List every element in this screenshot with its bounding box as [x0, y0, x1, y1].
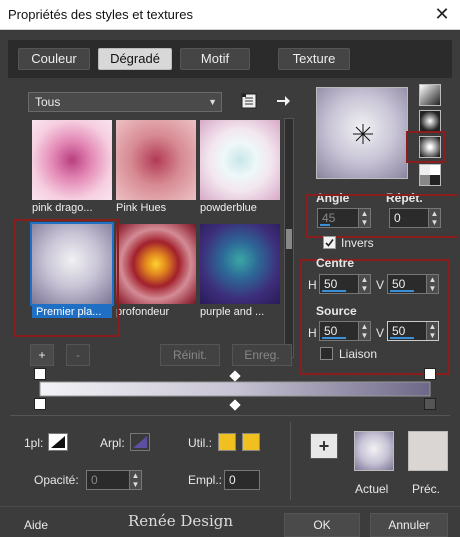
cancel-button[interactable]: Annuler [370, 513, 448, 537]
source-v-input[interactable]: 50 ▲ ▼ [387, 321, 439, 341]
selection-highlight [14, 219, 119, 337]
remove-preset-button[interactable]: - [66, 344, 90, 366]
tab-motif[interactable]: Motif [180, 48, 250, 70]
color-stop-left-icon[interactable] [34, 398, 46, 410]
pl-label: 1pl: [24, 436, 44, 450]
title-bar: Propriétés des styles et textures ✕ [0, 0, 460, 30]
source-h-label: H [308, 326, 317, 340]
center-v-stepper-icon[interactable]: ▲ ▼ [426, 275, 438, 293]
tab-degrade[interactable]: Dégradé [98, 48, 172, 70]
center-h-input[interactable]: 50 ▲ ▼ [319, 274, 371, 294]
util-color-2[interactable] [242, 433, 260, 451]
gradient-editor[interactable] [30, 368, 440, 411]
category-dropdown[interactable]: Tous ▼ [28, 92, 222, 112]
arrow-right-icon[interactable] [274, 92, 292, 110]
center-h-slider[interactable] [322, 290, 346, 292]
add-to-swatches-button[interactable]: + [310, 433, 338, 459]
source-v-stepper-icon[interactable]: ▲ ▼ [426, 322, 438, 340]
chevron-down-icon: ▼ [208, 97, 217, 107]
opacity-stop-left-icon[interactable] [34, 368, 46, 380]
category-value: Tous [35, 95, 61, 109]
center-h-label: H [308, 278, 317, 292]
empl-value: 0 [229, 473, 236, 487]
footer-divider [0, 506, 460, 507]
util-label: Util.: [188, 436, 212, 450]
preset-profondeur[interactable]: profondeur [116, 224, 196, 318]
preset-label: pink drago... [32, 202, 93, 214]
previous-swatch[interactable] [408, 431, 448, 471]
preset-thumbnail [32, 120, 112, 200]
dialog-body: Couleur Dégradé Motif Texture Tous ▼ pin… [0, 30, 460, 537]
empl-label: Empl.: [188, 473, 223, 487]
source-h-slider[interactable] [322, 337, 346, 339]
link-label: Liaison [339, 347, 378, 361]
preset-label: Pink Hues [116, 202, 167, 214]
opacity-stop-right-icon[interactable] [424, 368, 436, 380]
reset-button[interactable]: Réinit. [160, 344, 220, 366]
link-checkbox[interactable] [320, 347, 333, 360]
add-preset-button[interactable]: + [30, 344, 54, 366]
previous-label: Préc. [412, 482, 441, 496]
source-v-slider[interactable] [390, 337, 414, 339]
close-icon[interactable]: ✕ [424, 0, 460, 30]
preset-scrollbar[interactable] [284, 118, 294, 358]
preset-thumbnail [116, 120, 196, 200]
preset-label: profondeur [116, 306, 170, 318]
preset-options-icon[interactable] [240, 92, 258, 110]
tab-texture[interactable]: Texture [278, 48, 350, 70]
tab-couleur[interactable]: Couleur [18, 48, 90, 70]
preset-label: powderblue [200, 202, 257, 214]
center-h-stepper-icon[interactable]: ▲ ▼ [358, 275, 370, 293]
color-stop-right-icon[interactable] [424, 398, 436, 410]
preset-powderblue[interactable]: powderblue [200, 120, 280, 214]
center-v-label: V [376, 278, 385, 292]
divider [10, 415, 450, 416]
source-label: Source [316, 304, 357, 318]
center-crosshair-icon [353, 124, 373, 144]
source-h-input[interactable]: 50 ▲ ▼ [319, 321, 371, 341]
gradient-preview[interactable] [316, 87, 408, 179]
invert-label: Invers [341, 236, 374, 250]
angle-highlight [306, 194, 458, 238]
source-v-label: V [376, 326, 385, 340]
divider [290, 422, 291, 500]
type-highlight [406, 131, 446, 163]
scrollbar-thumb[interactable] [286, 229, 292, 249]
preset-pink-hues[interactable]: Pink Hues [116, 120, 196, 214]
preset-thumbnail [116, 224, 196, 304]
util-color-1[interactable] [218, 433, 236, 451]
preset-purple-and[interactable]: purple and ... [200, 224, 280, 318]
window-title: Propriétés des styles et textures [8, 7, 193, 22]
preset-pink-dragon[interactable]: pink drago... [32, 120, 112, 214]
center-v-input[interactable]: 50 ▲ ▼ [387, 274, 439, 294]
sunburst-gradient-icon[interactable] [419, 164, 441, 186]
opacity-value: 0 [91, 473, 98, 487]
opacity-input[interactable]: 0 ▲ ▼ [86, 470, 142, 490]
center-label: Centre [316, 256, 355, 270]
source-h-stepper-icon[interactable]: ▲ ▼ [358, 322, 370, 340]
save-preset-button[interactable]: Enreg. [232, 344, 292, 366]
arpl-label: Arpl: [100, 436, 125, 450]
rectangular-gradient-icon[interactable] [419, 110, 441, 132]
watermark-logo: Renée Design [128, 512, 234, 530]
current-label: Actuel [355, 482, 389, 496]
current-swatch[interactable] [354, 431, 394, 471]
tab-bar: Couleur Dégradé Motif Texture [8, 40, 452, 78]
invert-checkbox[interactable] [323, 236, 336, 249]
arpl-swatch-icon[interactable] [130, 433, 150, 451]
ok-button[interactable]: OK [284, 513, 360, 537]
opacity-stepper-icon[interactable]: ▲ ▼ [129, 471, 141, 489]
opacity-label: Opacité: [34, 473, 79, 487]
preset-thumbnail [200, 120, 280, 200]
empl-input[interactable]: 0 [224, 470, 260, 490]
center-v-slider[interactable] [390, 290, 414, 292]
help-link[interactable]: Aide [24, 518, 48, 532]
pl-swatch-icon[interactable] [48, 433, 68, 451]
linear-gradient-icon[interactable] [419, 84, 441, 106]
preset-thumbnail [200, 224, 280, 304]
preset-label: purple and ... [200, 306, 265, 318]
